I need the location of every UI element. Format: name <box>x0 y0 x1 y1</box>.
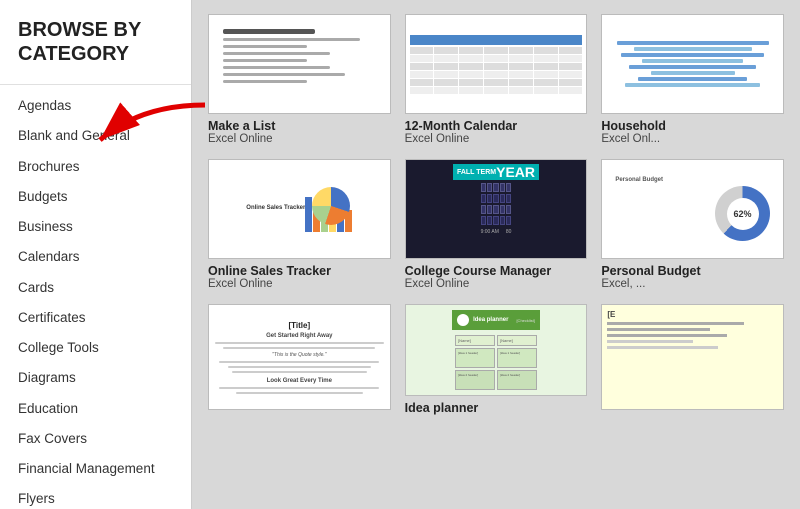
template-info-make-a-list: Make a List Excel Online <box>208 119 391 145</box>
sidebar-item-certificates[interactable]: Certificates <box>0 303 191 333</box>
template-thumb-idea: Idea planner [Checklist] [Name] [Name] [… <box>405 304 588 396</box>
template-info-idea: Idea planner <box>405 401 588 415</box>
donut-percentage: 62% <box>727 198 759 230</box>
sidebar-title: BROWSE BYCATEGORY <box>0 18 191 85</box>
template-thumb-personal: Personal Budget 62% <box>601 159 784 259</box>
sidebar-item-college-tools[interactable]: College Tools <box>0 333 191 363</box>
template-thumb-unknown: [E <box>601 304 784 410</box>
template-info-personal: Personal Budget Excel, ... <box>601 264 784 290</box>
template-thumb-sales: Online Sales Tracker <box>208 159 391 259</box>
sidebar-item-financial-management[interactable]: Financial Management <box>0 454 191 484</box>
idea-title: Idea planner <box>473 317 508 323</box>
bulb-icon <box>457 314 469 326</box>
sidebar-item-blank-general[interactable]: Blank and General <box>0 121 191 151</box>
template-source: Excel Online <box>405 278 588 290</box>
templates-grid: Make a List Excel Online <box>202 0 790 429</box>
sidebar-item-education[interactable]: Education <box>0 394 191 424</box>
template-name: Online Sales Tracker <box>208 264 391 278</box>
template-thumb-household <box>601 14 784 114</box>
template-card-personal-budget[interactable]: Personal Budget 62% Personal Budget Exce… <box>601 159 784 290</box>
template-name: Household <box>601 119 784 133</box>
college-header: FALL TERM YEAR <box>453 164 539 180</box>
sidebar-item-agendas[interactable]: Agendas <box>0 91 191 121</box>
sidebar-item-cards[interactable]: Cards <box>0 273 191 303</box>
template-thumb-report: [Title] Get Started Right Away "This is … <box>208 304 391 410</box>
template-card-report[interactable]: [Title] Get Started Right Away "This is … <box>208 304 391 415</box>
template-card-make-a-list[interactable]: Make a List Excel Online <box>208 14 391 145</box>
sidebar-item-brochures[interactable]: Brochures <box>0 152 191 182</box>
template-source: Excel, ... <box>601 278 784 290</box>
sidebar-item-business[interactable]: Business <box>0 212 191 242</box>
sidebar-item-flyers[interactable]: Flyers <box>0 484 191 509</box>
template-source: Excel Online <box>208 133 391 145</box>
template-info-college: College Course Manager Excel Online <box>405 264 588 290</box>
template-card-college-course[interactable]: FALL TERM YEAR <box>405 159 588 290</box>
report-title-text: [Title] <box>289 321 311 330</box>
sidebar-item-fax-covers[interactable]: Fax Covers <box>0 424 191 454</box>
template-card-idea-planner[interactable]: Idea planner [Checklist] [Name] [Name] [… <box>405 304 588 415</box>
idea-header: Idea planner [Checklist] <box>452 310 540 330</box>
template-card-sales-tracker[interactable]: Online Sales Tracker <box>208 159 391 290</box>
template-name: Idea planner <box>405 401 588 415</box>
sidebar-item-budgets[interactable]: Budgets <box>0 182 191 212</box>
template-name: 12-Month Calendar <box>405 119 588 133</box>
template-name: Personal Budget <box>601 264 784 278</box>
template-thumb-make-a-list <box>208 14 391 114</box>
main-content: Make a List Excel Online <box>192 0 800 509</box>
template-source: Excel Online <box>405 133 588 145</box>
sidebar-item-diagrams[interactable]: Diagrams <box>0 363 191 393</box>
template-info-calendar: 12-Month Calendar Excel Online <box>405 119 588 145</box>
template-source: Excel Online <box>208 278 391 290</box>
template-name: College Course Manager <box>405 264 588 278</box>
template-info-household: Household Excel Onl... <box>601 119 784 145</box>
template-info-sales: Online Sales Tracker Excel Online <box>208 264 391 290</box>
template-thumb-college: FALL TERM YEAR <box>405 159 588 259</box>
template-source: Excel Onl... <box>601 133 784 145</box>
template-thumb-calendar <box>405 14 588 114</box>
template-card-unknown[interactable]: [E <box>601 304 784 415</box>
sidebar: BROWSE BYCATEGORY Agendas Blank and Gene… <box>0 0 192 509</box>
template-name: Make a List <box>208 119 391 133</box>
sidebar-item-calendars[interactable]: Calendars <box>0 242 191 272</box>
template-card-household[interactable]: Household Excel Onl... <box>601 14 784 145</box>
template-card-12-month-calendar[interactable]: 12-Month Calendar Excel Online <box>405 14 588 145</box>
donut-chart: 62% <box>715 186 770 241</box>
